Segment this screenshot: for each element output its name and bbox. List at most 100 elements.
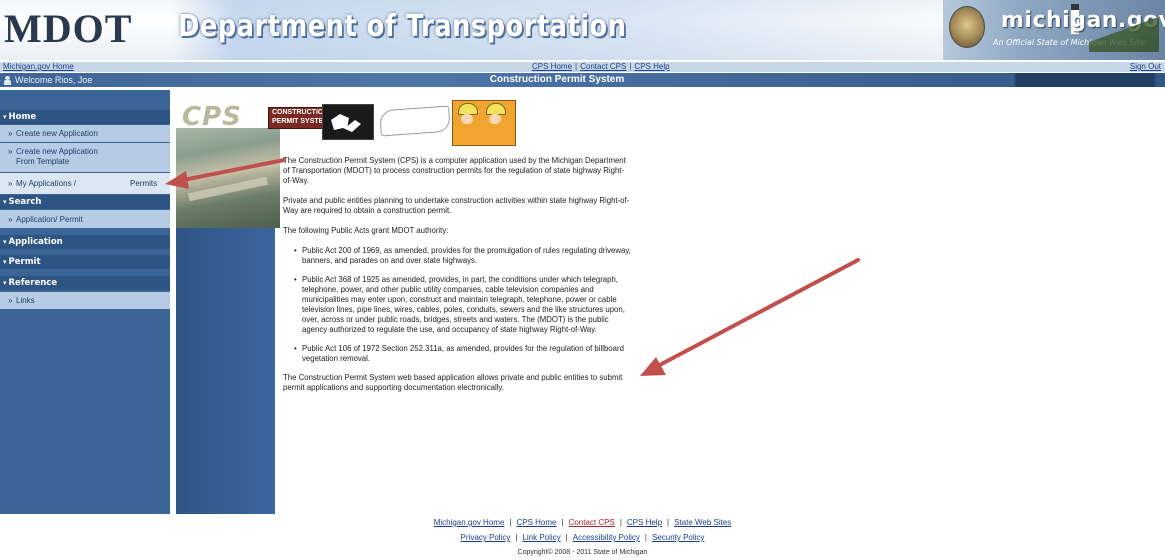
annotation-arrow-content xyxy=(640,258,860,376)
footer-links-row2: Privacy Policy | Link Policy | Accessibility… xyxy=(0,530,1165,545)
collapse-triangle-icon: ▾ xyxy=(3,198,7,206)
footer: Michigan.gov Home | CPS Home | Contact CPS | C… xyxy=(0,515,1165,560)
separator: | xyxy=(619,518,622,527)
sidebar-section-search[interactable]: ▾ Search xyxy=(0,195,170,209)
top-nav-links: CPS Home | Contact CPS | CPS Help xyxy=(532,62,670,72)
main-content: The Construction Permit System (CPS) is … xyxy=(283,156,633,403)
welcome-text: Welcome Rios, Joe xyxy=(15,75,93,85)
cps-label-line2: PERMIT SYSTEM xyxy=(272,118,330,125)
cps-logo: CPS xyxy=(182,102,242,132)
header-banner: MDOT Department of Transportation michig… xyxy=(0,0,1165,60)
sidebar-item-label: My Applications / xyxy=(16,179,77,188)
worker-face xyxy=(489,114,501,124)
public-acts-list: • Public Act 200 of 1969, as amended, pro… xyxy=(283,246,633,364)
bullet-icon: » xyxy=(8,147,13,156)
cps-label-line1: CONSTRUCTION xyxy=(272,109,329,116)
sidebar-item-label: Links xyxy=(16,296,35,305)
sidebar-section-label: Permit xyxy=(8,257,41,267)
sidebar-item-label: Create new Application xyxy=(16,129,98,138)
separator: | xyxy=(629,62,632,71)
requirement-paragraph: Private and public entities planning to … xyxy=(283,196,630,215)
sidebar-item-my-applications-permits[interactable]: » My Applications / Permits xyxy=(0,173,170,194)
sidebar-item-label-permits: Permits xyxy=(130,179,158,188)
separator: | xyxy=(509,518,512,527)
sidebar-section-label: Home xyxy=(8,112,37,122)
separator: | xyxy=(561,518,564,527)
footer-link-policy-link[interactable]: Link Policy xyxy=(522,533,560,542)
arrow-shaft xyxy=(652,258,860,370)
closing-paragraph: The Construction Permit System web based… xyxy=(283,373,623,392)
collapse-triangle-icon: ▾ xyxy=(3,238,7,246)
footer-michigan-home-link[interactable]: Michigan.gov Home xyxy=(434,518,505,527)
michigan-gov-logo[interactable]: michigan.gov An Official State of Michig… xyxy=(943,0,1165,60)
bullet-icon: » xyxy=(8,179,13,188)
michigan-gov-home-link[interactable]: Michigan.gov Home xyxy=(3,62,74,72)
welcome-message: Welcome Rios, Joe xyxy=(4,73,92,87)
sidebar-item-label-line2: From Template xyxy=(16,157,70,166)
sidebar-item-links[interactable]: » Links xyxy=(0,292,170,309)
worker-face xyxy=(461,114,473,124)
bullet-icon: » xyxy=(8,129,13,138)
footer-privacy-policy-link[interactable]: Privacy Policy xyxy=(461,533,511,542)
separator: | xyxy=(515,533,518,542)
sidebar-item-label: Application/ Permit xyxy=(16,215,83,224)
footer-accessibility-policy-link[interactable]: Accessibility Policy xyxy=(573,533,640,542)
bullet-icon: • xyxy=(294,344,297,353)
sidebar-item-application-permit[interactable]: » Application/ Permit xyxy=(0,210,170,228)
sidebar-section-application[interactable]: ▾ Application xyxy=(0,235,170,249)
sign-out-link[interactable]: Sign Out xyxy=(1130,62,1161,72)
title-bar: Welcome Rios, Joe Construction Permit Sy… xyxy=(0,73,1165,87)
footer-contact-cps-link[interactable]: Contact CPS xyxy=(569,518,615,527)
act-text: Public Act 368 of 1925 as amended, provi… xyxy=(302,275,625,334)
bullet-icon: • xyxy=(294,246,297,255)
list-item: • Public Act 200 of 1969, as amended, pro… xyxy=(289,246,633,266)
collapse-triangle-icon: ▾ xyxy=(3,113,7,121)
sidebar-section-label: Search xyxy=(8,197,42,207)
cps-home-link[interactable]: CPS Home xyxy=(532,62,572,71)
act-text: Public Act 106 of 1972 Section 252.311a,… xyxy=(302,344,624,363)
trees-graphic xyxy=(1089,18,1159,52)
sidebar-item-create-new-application[interactable]: » Create new Application xyxy=(0,125,170,142)
bullet-icon: • xyxy=(294,275,297,284)
separator: | xyxy=(667,518,670,527)
michigan-map-shape xyxy=(331,114,361,132)
top-link-bar: Michigan.gov Home CPS Home | Contact CPS | C… xyxy=(0,62,1165,72)
sidebar-section-permit[interactable]: ▾ Permit xyxy=(0,255,170,269)
footer-state-web-sites-link[interactable]: State Web Sites xyxy=(674,518,731,527)
list-item: • Public Act 368 of 1925 as amended, prov… xyxy=(289,275,633,335)
sidebar-item-create-from-template[interactable]: » Create new Application From Template xyxy=(0,143,170,172)
separator: | xyxy=(644,533,647,542)
mdot-logo-text: MDOT xyxy=(4,6,133,51)
sidebar-item-label-line1: Create new Application xyxy=(16,147,98,156)
cps-help-link[interactable]: CPS Help xyxy=(634,62,669,71)
bullet-icon: » xyxy=(8,215,13,224)
mdot-logo[interactable]: MDOT xyxy=(4,6,132,52)
acts-heading: The following Public Acts grant MDOT aut… xyxy=(283,226,449,235)
sidebar-section-reference[interactable]: ▾ Reference xyxy=(0,276,170,290)
intro-paragraph: The Construction Permit System (CPS) is … xyxy=(283,156,626,185)
sidebar-section-label: Reference xyxy=(8,278,58,288)
title-bar-right-block xyxy=(1015,73,1155,87)
dept-banner: Department of Transportation xyxy=(172,0,952,60)
contact-cps-link[interactable]: Contact CPS xyxy=(580,62,626,71)
system-title: Construction Permit System xyxy=(489,74,625,85)
dept-title: Department of Transportation xyxy=(178,9,627,44)
footer-security-policy-link[interactable]: Security Policy xyxy=(652,533,704,542)
footer-cps-home-link[interactable]: CPS Home xyxy=(516,518,556,527)
user-icon xyxy=(4,75,11,85)
sidebar-section-home[interactable]: ▾ Home xyxy=(0,110,170,124)
act-text: Public Act 200 of 1969, as amended, prov… xyxy=(302,246,631,265)
footer-cps-help-link[interactable]: CPS Help xyxy=(627,518,662,527)
arrowhead xyxy=(640,357,666,376)
footer-links-row1: Michigan.gov Home | CPS Home | Contact CPS | C… xyxy=(0,515,1165,530)
copyright-text: Copyright© 2008 - 2011 State of Michigan xyxy=(517,549,648,556)
collapse-triangle-icon: ▾ xyxy=(3,279,7,287)
separator: | xyxy=(575,62,578,71)
sidebar-section-label: Application xyxy=(8,237,63,247)
collapse-triangle-icon: ▾ xyxy=(3,258,7,266)
separator: | xyxy=(565,533,568,542)
michigan-map-icon xyxy=(322,104,374,140)
bullet-icon: » xyxy=(8,296,13,305)
permit-document-icon xyxy=(379,105,451,137)
michigan-seal-icon xyxy=(949,6,985,48)
